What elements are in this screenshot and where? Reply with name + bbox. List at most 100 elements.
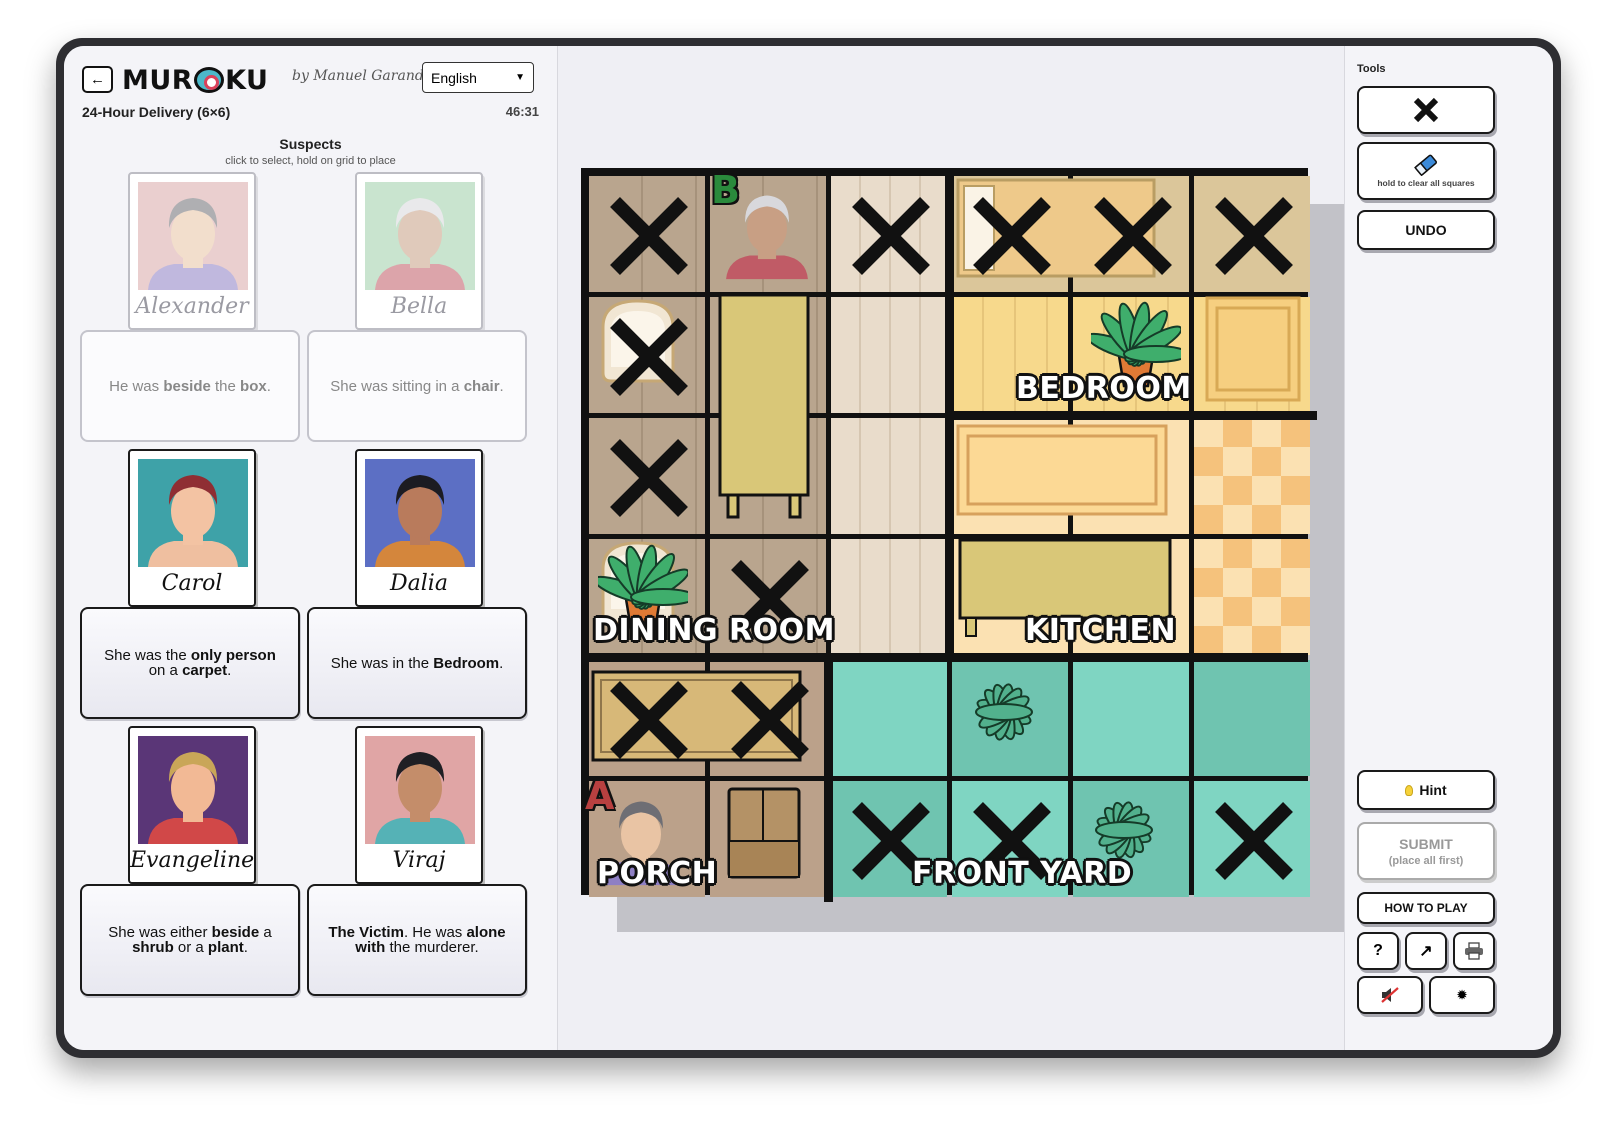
language-value: English [431, 69, 477, 86]
share-button[interactable]: ↗ [1405, 932, 1447, 970]
mute-button[interactable] [1357, 976, 1423, 1014]
suspect-name: Bella [390, 294, 448, 319]
suspect-name: Viraj [392, 848, 446, 873]
eraser-tool-button[interactable]: hold to clear all squares [1357, 142, 1495, 200]
board-cell-r4c2[interactable] [831, 660, 947, 776]
board-cell-r3c2[interactable] [831, 539, 947, 655]
room-label-front-yard: FRONT YARD [912, 856, 1133, 891]
x-mark-icon [1091, 194, 1175, 278]
suspect-name: Dalia [390, 571, 448, 596]
submit-sublabel: (place all first) [1388, 854, 1464, 867]
room-label-dining-room: DINING ROOM [593, 613, 835, 648]
board-cell-r2c2[interactable] [831, 418, 947, 534]
room-label-kitchen: KITCHEN [1025, 613, 1177, 648]
back-button[interactable]: ← [82, 66, 113, 93]
suspect-card-viraj[interactable]: Viraj [355, 726, 483, 884]
clue-evangeline: She was either beside a shrub or a plant… [80, 884, 300, 996]
speaker-muted-icon [1381, 987, 1399, 1003]
suspects-subheading: click to select, hold on grid to place [225, 155, 396, 167]
suspect-name: Carol [161, 571, 223, 596]
device-frame: ← MUR KU by Manuel Garand English ▼ 24-H… [56, 38, 1561, 1058]
suspects-heading: Suspects [279, 136, 342, 152]
suspect-portrait [138, 459, 248, 567]
language-select[interactable]: English ▼ [422, 62, 534, 93]
settings-icon: ✹ [1456, 988, 1468, 1002]
game-board: B A BEDROOM DINING ROOM KITCHEN PORCH FRONT Y… [581, 168, 1317, 902]
clue-text: He was beside the box. [109, 377, 271, 395]
dining-table [718, 293, 810, 530]
wall-bedroom-kitchen [950, 411, 1317, 420]
x-mark-icon [607, 436, 691, 520]
undo-label: UNDO [1405, 222, 1447, 238]
eraser-caption: hold to clear all squares [1377, 178, 1475, 188]
shrub-yard [959, 666, 1049, 763]
board-cell-r4c4[interactable] [1073, 660, 1189, 776]
suspect-portrait [365, 459, 475, 567]
clue-alexander: He was beside the box. [80, 330, 300, 442]
board-cell-r1c2[interactable] [831, 297, 947, 413]
x-mark-tool-button[interactable] [1357, 86, 1495, 134]
room-label-bedroom: BEDROOM [1016, 371, 1192, 406]
clue-carol: She was the only person on a carpet. [80, 607, 300, 719]
author-byline: by Manuel Garand [292, 68, 424, 84]
help-button[interactable]: ? [1357, 932, 1399, 970]
x-mark-icon [607, 194, 691, 278]
murdoku-logo: MUR KU [122, 60, 268, 100]
box [727, 787, 801, 884]
logo-text-right: KU [225, 64, 269, 96]
x-mark-icon [1212, 194, 1296, 278]
submit-button[interactable]: SUBMIT (place all first) [1357, 822, 1495, 880]
chevron-down-icon: ▼ [515, 72, 525, 83]
suspect-portrait [138, 182, 248, 290]
suspect-card-evangeline[interactable]: Evangeline [128, 726, 256, 884]
suspect-name: Alexander [135, 294, 249, 319]
placed-bella-tag: B [711, 168, 740, 212]
suspect-card-carol[interactable]: Carol [128, 449, 256, 607]
suspect-portrait [365, 182, 475, 290]
x-mark-icon [728, 678, 812, 762]
print-button[interactable] [1453, 932, 1495, 970]
suspect-card-dalia[interactable]: Dalia [355, 449, 483, 607]
hint-label: Hint [1419, 782, 1447, 798]
x-mark-icon [1212, 799, 1296, 883]
arrow-left-icon: ← [90, 71, 105, 88]
clue-text: She was in the Bedroom. [330, 654, 504, 672]
board-cell-r4c5[interactable] [1194, 660, 1310, 776]
clue-text: The Victim. He was alone with the murder… [328, 924, 506, 956]
x-mark-icon [849, 194, 933, 278]
logo-text-left: MUR [122, 64, 194, 96]
hint-button[interactable]: Hint [1357, 770, 1495, 810]
kitchen-carpet [956, 424, 1168, 521]
suspect-name: Evangeline [130, 848, 255, 873]
clue-text: She was either beside a shrub or a plant… [108, 924, 272, 956]
clue-bella: She was sitting in a chair. [307, 330, 527, 442]
share-icon: ↗ [1419, 943, 1433, 960]
board-cell-r3c5[interactable] [1194, 539, 1310, 655]
x-mark-icon [970, 194, 1054, 278]
suspect-card-bella[interactable]: Bella [355, 172, 483, 330]
board-cell-r2c5[interactable] [1194, 418, 1310, 534]
undo-button[interactable]: UNDO [1357, 210, 1495, 250]
room-label-porch: PORCH [597, 856, 718, 891]
how-to-play-button[interactable]: HOW TO PLAY [1357, 892, 1495, 924]
x-mark-icon [1413, 97, 1439, 123]
puzzle-title: 24-Hour Delivery (6×6) [82, 104, 231, 120]
clue-dalia: She was in the Bedroom. [307, 607, 527, 719]
app-screen: ← MUR KU by Manuel Garand English ▼ 24-H… [64, 46, 1553, 1050]
tools-label: Tools [1357, 63, 1386, 75]
suspect-portrait [138, 736, 248, 844]
placed-alexander-tag: A [585, 774, 615, 818]
tools-panel: Tools hold to clear all squares UNDO Hin… [1344, 46, 1553, 1050]
clue-viraj: The Victim. He was alone with the murder… [307, 884, 527, 996]
x-mark-icon [607, 678, 691, 762]
how-to-play-label: HOW TO PLAY [1384, 901, 1468, 915]
bedroom-rug [1203, 294, 1303, 409]
help-icon: ? [1373, 942, 1383, 959]
settings-button[interactable]: ✹ [1429, 976, 1495, 1014]
magnifier-logo-icon [194, 67, 225, 93]
timer: 46:31 [505, 104, 539, 119]
lightbulb-icon [1405, 784, 1414, 796]
eraser-icon [1414, 154, 1438, 176]
wall-porch-yard [824, 660, 833, 902]
suspect-card-alexander[interactable]: Alexander [128, 172, 256, 330]
